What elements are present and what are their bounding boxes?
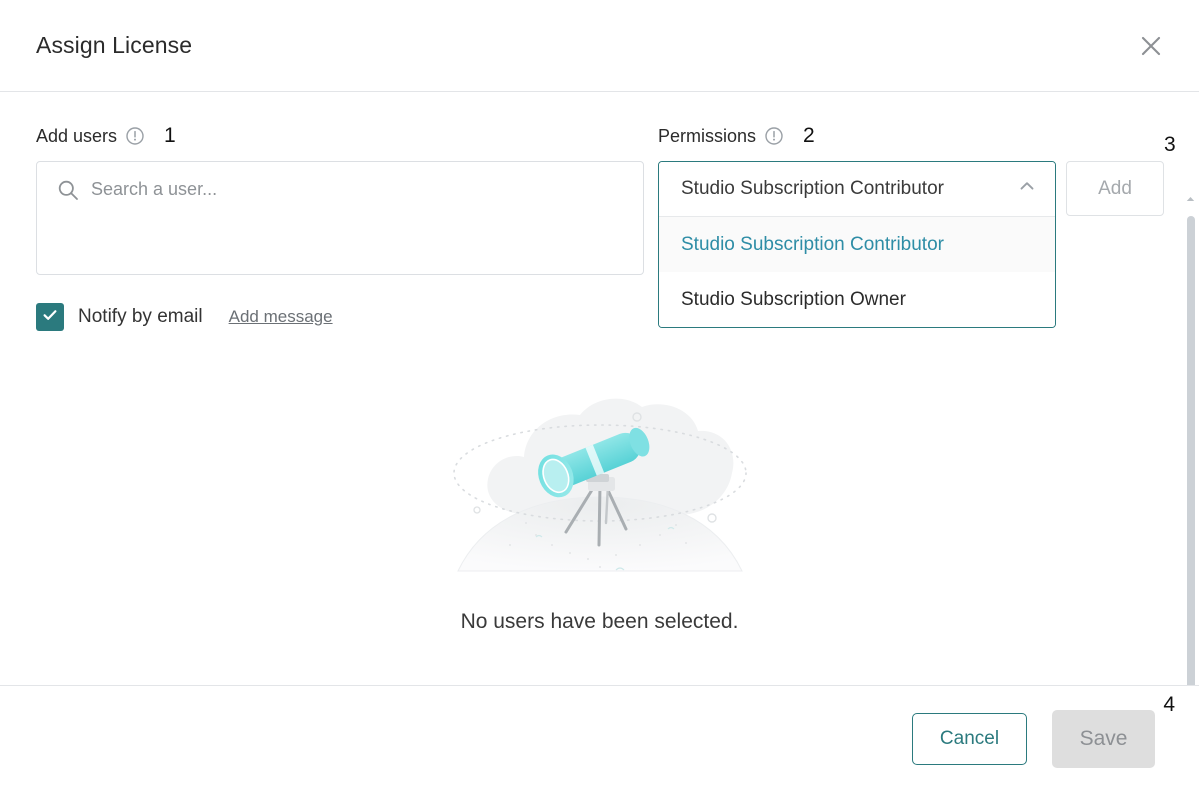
- cancel-button[interactable]: Cancel: [912, 713, 1027, 765]
- chevron-up-icon: [1017, 176, 1037, 202]
- annotation-3: 3: [1164, 133, 1176, 156]
- permissions-label-row: Permissions 2: [658, 124, 1056, 148]
- notify-by-email-label: Notify by email: [78, 306, 203, 327]
- notify-by-email-checkbox[interactable]: [36, 303, 64, 331]
- annotation-2: 2: [803, 123, 815, 147]
- permissions-option-list: Studio Subscription Contributor Studio S…: [659, 217, 1055, 327]
- save-button[interactable]: Save: [1052, 710, 1155, 768]
- add-button[interactable]: Add: [1066, 161, 1164, 216]
- dialog-footer: Cancel Save 4: [0, 685, 1199, 792]
- empty-state-message: No users have been selected.: [460, 610, 739, 633]
- annotation-4: 4: [1163, 693, 1175, 716]
- permissions-dropdown-toggle[interactable]: Studio Subscription Contributor: [659, 162, 1055, 217]
- permissions-dropdown: Studio Subscription Contributor Studio S…: [658, 161, 1056, 328]
- fields-row: Add users 1 Search a user... Notify by e…: [0, 92, 1199, 331]
- permissions-label: Permissions: [658, 125, 757, 146]
- vertical-scrollbar[interactable]: [1182, 185, 1199, 685]
- add-users-label: Add users: [36, 125, 118, 146]
- permissions-option-label: Studio Subscription Owner: [681, 288, 906, 310]
- close-button[interactable]: [1131, 26, 1171, 66]
- scrollbar-thumb[interactable]: [1187, 216, 1195, 685]
- empty-state: No users have been selected.: [0, 385, 1199, 634]
- add-message-link[interactable]: Add message: [229, 307, 333, 327]
- add-users-section: Add users 1 Search a user... Notify by e…: [36, 124, 644, 331]
- permissions-selected-value: Studio Subscription Contributor: [681, 178, 944, 199]
- search-icon: [57, 179, 79, 206]
- search-user-box[interactable]: [36, 161, 644, 275]
- dialog-header: Assign License: [0, 0, 1199, 92]
- permissions-option-owner[interactable]: Studio Subscription Owner: [659, 272, 1055, 327]
- dialog-body: Add users 1 Search a user... Notify by e…: [0, 92, 1199, 685]
- add-users-label-row: Add users 1: [36, 124, 644, 148]
- info-circle-icon[interactable]: [765, 127, 783, 145]
- permissions-dropdown-wrap: Permissions 2 Studio Subscription Contri…: [658, 124, 1056, 328]
- page-title: Assign License: [36, 32, 193, 58]
- telescope-illustration: [440, 385, 760, 590]
- assign-license-dialog: Assign License Add users 1 Search a user…: [0, 0, 1199, 792]
- permissions-section: Permissions 2 Studio Subscription Contri…: [658, 124, 1176, 328]
- search-input[interactable]: [91, 179, 629, 200]
- close-icon: [1138, 33, 1164, 59]
- scroll-up-arrow-icon[interactable]: [1185, 194, 1196, 203]
- annotation-1: 1: [164, 123, 176, 147]
- checkmark-icon: [41, 306, 59, 329]
- permissions-option-contributor[interactable]: Studio Subscription Contributor: [659, 217, 1055, 272]
- info-circle-icon[interactable]: [126, 127, 144, 145]
- permissions-option-label: Studio Subscription Contributor: [681, 233, 944, 255]
- notify-by-email-row: Notify by email Add message: [36, 303, 644, 331]
